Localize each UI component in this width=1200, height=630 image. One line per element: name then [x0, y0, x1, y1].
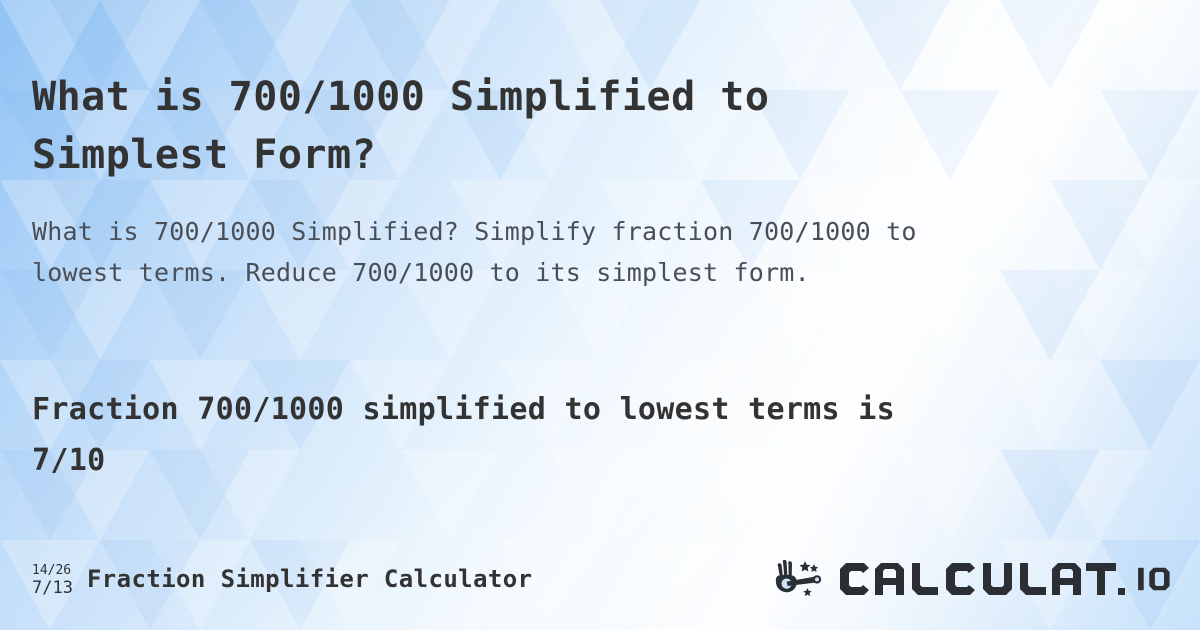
brand-wordmark	[840, 563, 1125, 595]
fraction-icon-denominator-pair: 7/13	[32, 577, 73, 598]
footer-calculator-link[interactable]: 14/26 7/13 Fraction Simplifier Calculato…	[32, 548, 532, 610]
result-statement-line-1: Fraction 700/1000 simplified to lowest t…	[32, 392, 895, 427]
magic-wand-hand-icon	[775, 559, 822, 596]
footer-calculator-name: Fraction Simplifier Calculator	[86, 565, 533, 593]
page-subtitle: What is 700/1000 Simplified? Simplify fr…	[32, 211, 1172, 293]
brand-wordmark-suffix	[1138, 567, 1170, 591]
footer: 14/26 7/13 Fraction Simplifier Calculato…	[0, 548, 1200, 610]
brand-logo[interactable]	[772, 548, 1178, 610]
page-title-line-2: Simplest Form?	[32, 131, 377, 178]
page-title-line-1: What is 700/1000 Simplified to	[32, 73, 770, 120]
result-value: 7/10	[32, 443, 106, 478]
page-title: What is 700/1000 Simplified to Simplest F…	[32, 68, 1162, 184]
og-image-card: What is 700/1000 Simplified to Simplest F…	[0, 0, 1200, 630]
page-subtitle-line-2: lowest terms. Reduce 700/1000 to its sim…	[32, 258, 810, 287]
fraction-simplify-icon: 14/26 7/13	[32, 562, 73, 597]
page-subtitle-line-1: What is 700/1000 Simplified? Simplify fr…	[32, 217, 917, 246]
fraction-icon-numerator-pair: 14/26	[32, 562, 72, 578]
result-statement: Fraction 700/1000 simplified to lowest t…	[32, 384, 1172, 486]
